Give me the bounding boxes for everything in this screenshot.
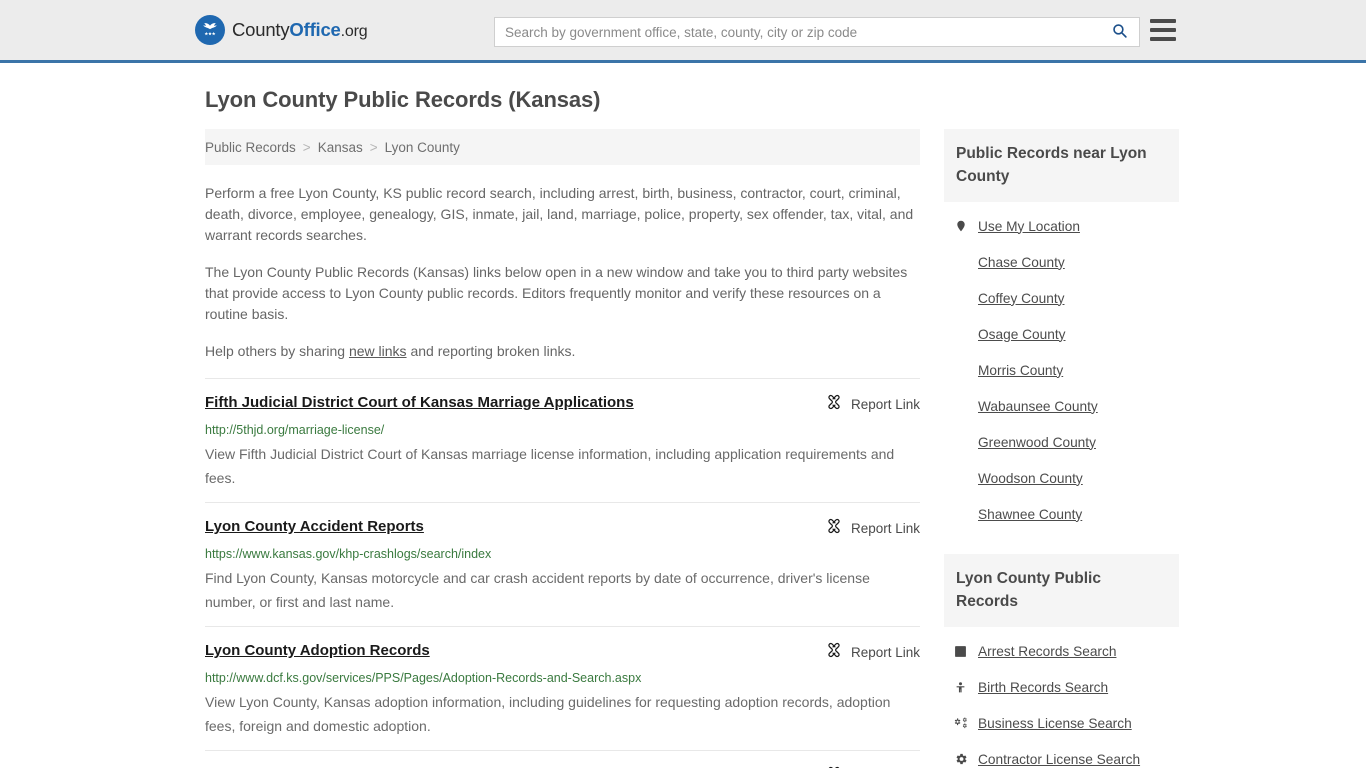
intro-p3-after: and reporting broken links. xyxy=(406,343,576,359)
search-bar xyxy=(494,17,1140,47)
sidebar-item-label: Osage County xyxy=(978,326,1066,342)
report-link-button[interactable]: Report Link xyxy=(826,642,920,663)
result-title-link[interactable]: Lyon County Adoption Records xyxy=(205,641,440,661)
hamburger-menu-icon xyxy=(1150,37,1176,41)
result-url-link[interactable]: https://www.kansas.gov/khp-crashlogs/sea… xyxy=(205,546,920,562)
breadcrumb-item-public-records[interactable]: Public Records xyxy=(205,140,296,155)
fingerprint-square-icon xyxy=(952,645,969,658)
result-url-link[interactable]: http://5thjd.org/marriage-license/ xyxy=(205,422,920,438)
sidebar-item-label: Business License Search xyxy=(978,715,1132,731)
breadcrumb-item-lyon-county: Lyon County xyxy=(384,139,460,155)
result-item: Lyon County Appraiser Website Report Lin… xyxy=(205,750,920,768)
sidebar-item-label: Greenwood County xyxy=(978,434,1096,450)
intro-paragraph-1: Perform a free Lyon County, KS public re… xyxy=(205,185,914,243)
sidebar-item-use-my-location[interactable]: Use My Location xyxy=(952,208,1179,244)
sidebar-heading-nearby: Public Records near Lyon County xyxy=(944,129,1179,202)
sidebar-item-label: Wabaunsee County xyxy=(978,398,1098,414)
sidebar-item-greenwood-county[interactable]: Greenwood County xyxy=(952,424,1179,460)
brand-part-county: County xyxy=(232,19,290,40)
report-link-label: Report Link xyxy=(850,521,920,536)
breadcrumb-item-kansas[interactable]: Kansas xyxy=(318,140,363,155)
result-title-link[interactable]: Lyon County Accident Reports xyxy=(205,517,434,537)
result-item: Lyon County Adoption Records Report Link xyxy=(205,626,920,750)
sidebar-item-chase-county[interactable]: Chase County xyxy=(952,244,1179,280)
result-description: View Fifth Judicial District Court of Ka… xyxy=(205,446,895,486)
broken-chain-icon xyxy=(826,642,842,663)
sidebar-item-arrest-records-search[interactable]: Arrest Records Search xyxy=(952,633,1179,669)
breadcrumb-separator: > xyxy=(369,139,378,155)
page-title: Lyon County Public Records (Kansas) xyxy=(205,87,601,112)
brand-part-office: Office xyxy=(289,19,341,40)
brand-part-tld: .org xyxy=(340,23,368,40)
map-pin-icon xyxy=(952,218,969,234)
sidebar-item-label: Contractor License Search xyxy=(978,751,1141,767)
new-links-link[interactable]: new links xyxy=(349,343,407,359)
result-description: Find Lyon County, Kansas motorcycle and … xyxy=(205,570,870,610)
breadcrumb-separator: > xyxy=(302,139,311,155)
hamburger-menu-button[interactable] xyxy=(1150,19,1176,41)
broken-chain-icon xyxy=(826,394,842,415)
sidebar-item-contractor-license-search[interactable]: Contractor License Search xyxy=(952,741,1179,768)
sidebar-box-nearby: Public Records near Lyon County Use My L… xyxy=(944,129,1179,532)
result-item: Lyon County Accident Reports Report Link xyxy=(205,502,920,626)
intro-paragraph-3: Help others by sharing new links and rep… xyxy=(205,341,920,362)
sidebar-item-woodson-county[interactable]: Woodson County xyxy=(952,460,1179,496)
sidebar-heading-records: Lyon County Public Records xyxy=(944,554,1179,627)
report-link-label: Report Link xyxy=(850,645,920,660)
sidebar-item-birth-records-search[interactable]: Birth Records Search xyxy=(952,669,1179,705)
report-link-label: Report Link xyxy=(850,397,920,412)
broken-chain-icon xyxy=(826,518,842,539)
gear-icon xyxy=(952,752,969,766)
sidebar-item-label: Woodson County xyxy=(978,470,1083,486)
search-icon xyxy=(1111,22,1128,42)
sidebar: Public Records near Lyon County Use My L… xyxy=(944,129,1179,768)
report-link-button[interactable]: Report Link xyxy=(826,394,920,415)
sidebar-item-label: Chase County xyxy=(978,254,1065,270)
intro-p3-before: Help others by sharing xyxy=(205,343,349,359)
result-title-link[interactable]: Fifth Judicial District Court of Kansas … xyxy=(205,393,644,413)
intro-paragraph-2: The Lyon County Public Records (Kansas) … xyxy=(205,264,908,322)
sidebar-item-wabaunsee-county[interactable]: Wabaunsee County xyxy=(952,388,1179,424)
cogs-icon xyxy=(952,716,969,730)
sidebar-item-coffey-county[interactable]: Coffey County xyxy=(952,280,1179,316)
sidebar-item-label: Coffey County xyxy=(978,290,1065,306)
sidebar-item-business-license-search[interactable]: Business License Search xyxy=(952,705,1179,741)
report-link-button[interactable]: Report Link xyxy=(826,518,920,539)
breadcrumb: Public Records > Kansas > Lyon County xyxy=(205,129,920,165)
result-item: Fifth Judicial District Court of Kansas … xyxy=(205,378,920,502)
eagle-stars-logo-icon xyxy=(195,15,225,45)
hamburger-menu-icon xyxy=(1150,28,1176,32)
baby-icon xyxy=(952,680,969,695)
site-header: CountyOffice.org xyxy=(0,0,1366,63)
search-button[interactable] xyxy=(1099,18,1139,46)
result-description: View Lyon County, Kansas adoption inform… xyxy=(205,694,891,734)
hamburger-menu-icon xyxy=(1150,19,1176,23)
brand-text: CountyOffice.org xyxy=(232,19,368,41)
sidebar-item-label: Morris County xyxy=(978,362,1064,378)
sidebar-item-label: Shawnee County xyxy=(978,506,1083,522)
site-logo-link[interactable]: CountyOffice.org xyxy=(195,15,368,45)
main-content: Public Records > Kansas > Lyon County Pe… xyxy=(205,129,920,768)
result-url-link[interactable]: http://www.dcf.ks.gov/services/PPS/Pages… xyxy=(205,670,920,686)
sidebar-item-label: Birth Records Search xyxy=(978,679,1109,695)
intro-text: Perform a free Lyon County, KS public re… xyxy=(205,183,920,362)
sidebar-item-shawnee-county[interactable]: Shawnee County xyxy=(952,496,1179,532)
search-input[interactable] xyxy=(495,18,1099,46)
sidebar-item-label: Arrest Records Search xyxy=(978,643,1117,659)
sidebar-item-osage-county[interactable]: Osage County xyxy=(952,316,1179,352)
sidebar-item-morris-county[interactable]: Morris County xyxy=(952,352,1179,388)
page-body: Lyon County Public Records (Kansas) Publ… xyxy=(0,63,1366,768)
sidebar-box-records: Lyon County Public Records Arrest Record… xyxy=(944,554,1179,768)
sidebar-item-label: Use My Location xyxy=(978,218,1080,234)
